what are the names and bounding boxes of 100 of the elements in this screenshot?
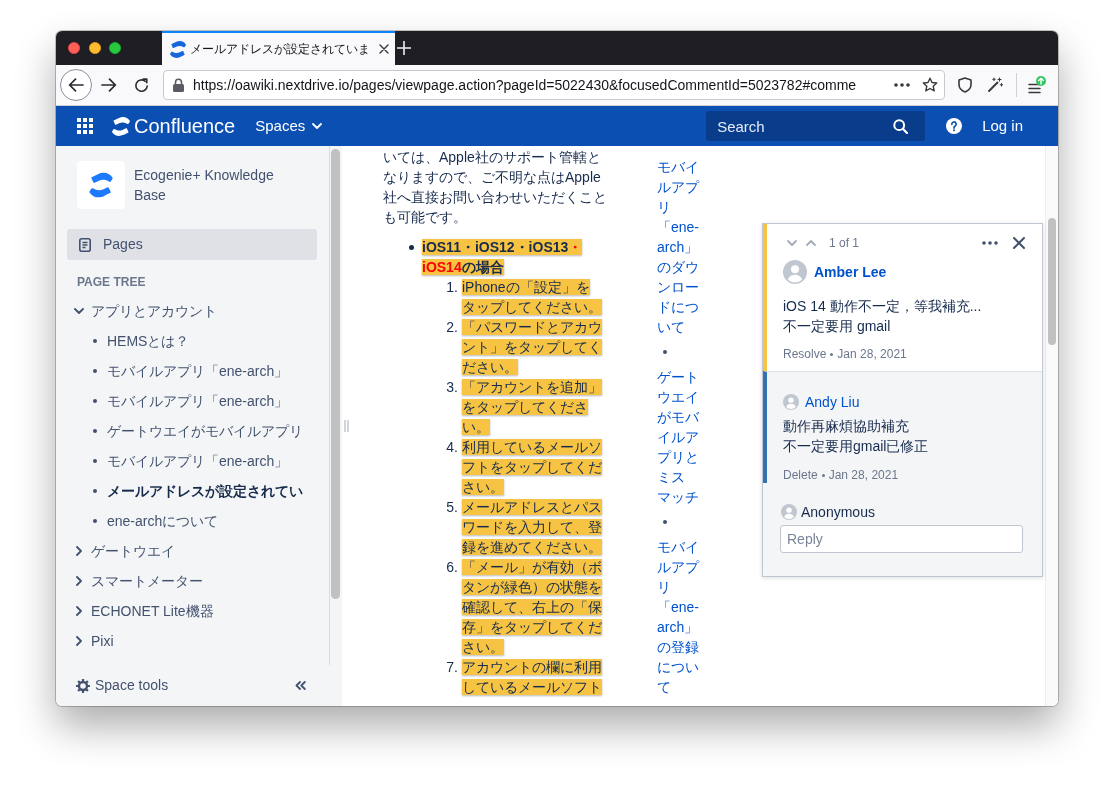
- close-icon[interactable]: [1013, 237, 1025, 249]
- author-link[interactable]: Andy Liu: [805, 391, 860, 413]
- chevron-down-icon[interactable]: [74, 308, 84, 314]
- logo-icon: [170, 40, 186, 58]
- resize-handle-icon[interactable]: [343, 420, 349, 432]
- bullet-icon: [93, 429, 97, 433]
- list-item-text: iPhoneの「設定」をタップしてください。: [462, 278, 603, 317]
- separator-dot-icon: [821, 473, 825, 477]
- browser-tab[interactable]: メールアドレスが設定されていま: [162, 31, 395, 65]
- list-number: 6.: [446, 558, 458, 577]
- scrollbar-thumb[interactable]: [331, 149, 340, 599]
- close-window-icon[interactable]: [68, 42, 80, 54]
- list-number: 4.: [446, 438, 458, 457]
- more-icon[interactable]: [894, 83, 910, 87]
- tree-item[interactable]: スマートメーター: [73, 566, 203, 596]
- comment-text: 不一定要用gmail已修正: [783, 437, 929, 456]
- space-tools-link[interactable]: Space tools: [76, 675, 169, 696]
- list-number: 7.: [446, 658, 458, 677]
- chevron-right-icon[interactable]: [76, 636, 82, 646]
- bullet-icon: [93, 399, 97, 403]
- close-icon[interactable]: [379, 44, 389, 54]
- list-number: 5.: [446, 498, 458, 517]
- tree-item[interactable]: モバイルアプリ「ene-arch」: [93, 356, 289, 386]
- tree-item[interactable]: ECHONET Lite機器: [73, 596, 214, 626]
- page-link[interactable]: モバイルアプリ「ene-arch」のダウンロードについて: [657, 157, 703, 337]
- address-bar[interactable]: https://oawiki.nextdrive.io/pages/viewpage.action?pageId=5022430&focusedCommentId=5023782#comme: [163, 70, 945, 100]
- avatar-icon: [781, 504, 797, 520]
- back-button[interactable]: [60, 69, 92, 101]
- pages-link[interactable]: Pages: [67, 229, 317, 260]
- list-number: 2.: [446, 318, 458, 337]
- list-item-text: 「メール」が有効（ボタンが緑色）の状態を確認して、右上の「保存」をタップしてください。: [462, 558, 603, 657]
- user-name: Anonymous: [801, 502, 875, 522]
- login-link[interactable]: Log in: [982, 114, 1023, 138]
- page-link[interactable]: モバイルアプリ「ene-arch」の登録について: [657, 537, 703, 697]
- scrollbar-thumb[interactable]: [1048, 218, 1056, 345]
- page-icon: [79, 237, 91, 252]
- list-number: 1.: [446, 278, 458, 297]
- comment-action-link[interactable]: Delete: [783, 467, 818, 483]
- list-item-text: アカウントの欄に利用しているメールソフト: [462, 658, 603, 697]
- bullet-icon: [93, 339, 97, 343]
- lock-icon: [173, 78, 184, 92]
- bullet-icon: [93, 519, 97, 523]
- menu-icon[interactable]: [1028, 76, 1046, 94]
- reload-icon[interactable]: [134, 77, 149, 93]
- shield-icon[interactable]: [958, 77, 972, 93]
- minimize-window-icon[interactable]: [88, 42, 101, 54]
- author-link[interactable]: Amber Lee: [814, 261, 887, 283]
- star-icon[interactable]: [922, 77, 938, 93]
- bullet-icon: [93, 459, 97, 463]
- space-logo-icon[interactable]: [77, 161, 125, 209]
- separator-dot-icon: [830, 352, 834, 356]
- search-field[interactable]: Search: [706, 111, 926, 141]
- tree-item[interactable]: アプリとアカウント: [73, 296, 217, 326]
- tree-item[interactable]: ene-archについて: [93, 506, 219, 536]
- list-item-text: メールアドレスとパスワードを入力して、登録を進めてください。: [462, 498, 603, 557]
- comment-action-link[interactable]: Resolve: [783, 346, 827, 362]
- collapse-sidebar-icon[interactable]: [295, 681, 306, 690]
- list-number: 3.: [446, 378, 458, 397]
- search-icon[interactable]: [893, 118, 909, 134]
- list-item-text: 「パスワードとアカウント」をタップしてください。: [462, 318, 603, 377]
- comment-date: Jan 28, 2021: [828, 467, 899, 483]
- page-link[interactable]: ゲートウエイがモバイルアプリとミスマッチ: [657, 367, 703, 507]
- tree-item[interactable]: HEMSとは？: [93, 326, 190, 356]
- comment-text: 動作再麻煩協助補充: [783, 417, 909, 436]
- tree-item[interactable]: ゲートウエイ: [73, 536, 175, 566]
- help-icon[interactable]: [946, 118, 963, 134]
- more-icon[interactable]: [982, 241, 998, 245]
- forward-arrow-icon[interactable]: [101, 78, 117, 92]
- bullet-icon: [409, 244, 414, 250]
- comment-date: Jan 28, 2021: [837, 346, 907, 362]
- logo-icon: [112, 116, 130, 136]
- tree-item[interactable]: メールアドレスが設定されてい: [93, 476, 303, 506]
- settings-icon: [76, 678, 90, 693]
- product-logo-link[interactable]: Confluence: [112, 114, 236, 138]
- chevron-right-icon[interactable]: [76, 606, 82, 616]
- tree-item[interactable]: ゲートウエイがモバイルアプリ: [93, 416, 303, 446]
- avatar-icon: [783, 260, 807, 284]
- app-grid-icon[interactable]: [77, 118, 93, 134]
- spaces-menu-button[interactable]: Spaces: [255, 114, 323, 138]
- bullet-icon: [93, 369, 97, 373]
- chevron-right-icon[interactable]: [76, 546, 82, 556]
- comment-counter: 1 of 1: [829, 235, 860, 252]
- zoom-window-icon[interactable]: [109, 42, 121, 54]
- tree-item[interactable]: モバイルアプリ「ene-arch」: [93, 386, 289, 416]
- tree-item[interactable]: モバイルアプリ「ene-arch」: [93, 446, 289, 476]
- magic-wand-icon[interactable]: [987, 77, 1003, 93]
- back-arrow-icon: [68, 78, 84, 92]
- new-tab-icon[interactable]: [397, 41, 411, 55]
- paragraph: いては、Apple社のサポート管轄となりますので、ご不明な点はApple社へ直接お問い合わせいただくことも可能です。: [383, 148, 608, 227]
- chevron-right-icon[interactable]: [76, 576, 82, 586]
- list-item-text: 「アカウントを追加」をタップしてください。: [462, 378, 603, 437]
- comment-text: 不一定要用 gmail: [783, 317, 891, 336]
- comment-text: iOS 14 動作不一定，等我補充...: [783, 297, 982, 316]
- avatar-icon: [783, 394, 799, 410]
- bullet-icon: [93, 489, 97, 493]
- chevron-down-icon: [312, 123, 323, 129]
- reply-field[interactable]: Reply: [780, 525, 1023, 553]
- space-name-link[interactable]: Ecogenie+ Knowledge Base: [134, 165, 284, 205]
- list-item-text: 利用しているメールソフトをタップしてください。: [462, 438, 603, 497]
- tree-item[interactable]: Pixi: [73, 626, 114, 656]
